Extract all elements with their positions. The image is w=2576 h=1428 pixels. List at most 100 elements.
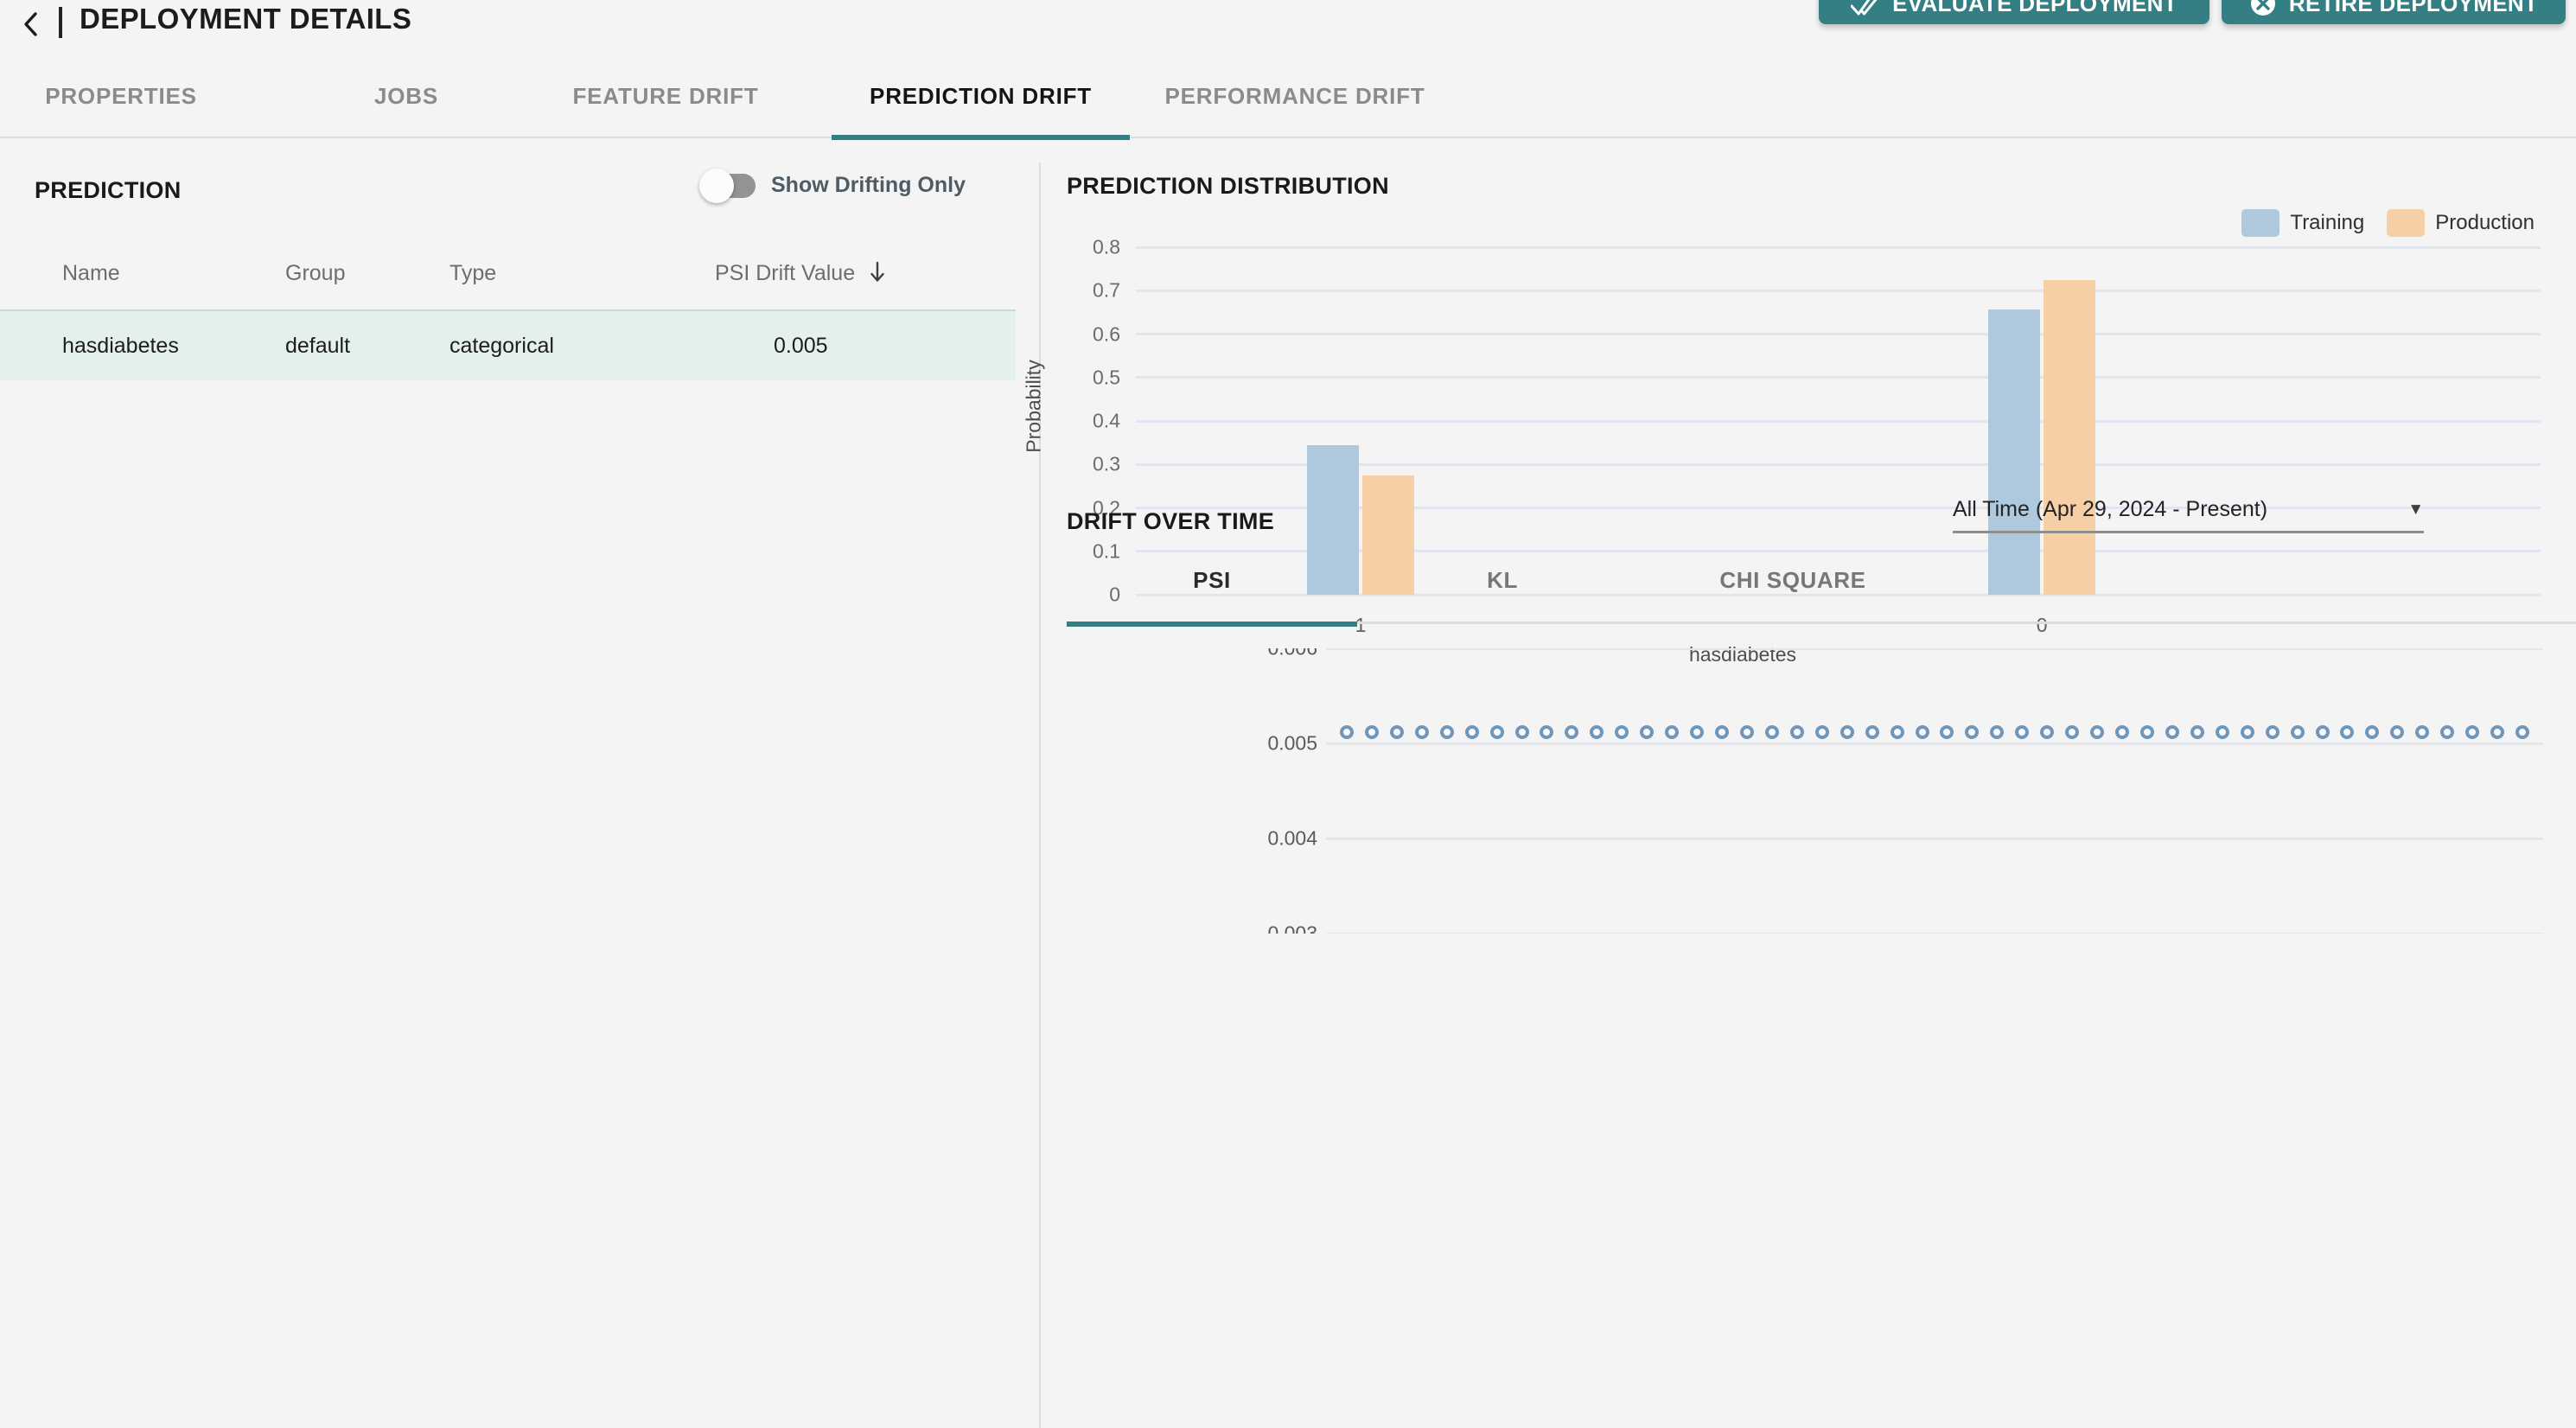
time-series-point[interactable]: [2190, 724, 2204, 739]
table-row[interactable]: hasdiabetes default categorical 0.005: [0, 309, 1016, 380]
time-series-point[interactable]: [1389, 724, 1404, 739]
time-series-point[interactable]: [1840, 724, 1854, 739]
tab-prediction-drift[interactable]: PREDICTION DRIFT: [832, 54, 1130, 140]
bar-chart-gridline: [1136, 289, 2541, 292]
column-header-type[interactable]: Type: [450, 261, 496, 286]
column-header-psi-drift-value[interactable]: PSI Drift Value: [715, 261, 855, 286]
legend-label-production: Production: [2435, 211, 2535, 234]
tab-jobs[interactable]: JOBS: [328, 54, 484, 138]
time-series-point[interactable]: [1540, 724, 1554, 739]
time-series-point[interactable]: [1364, 724, 1379, 739]
cell-type: categorical: [450, 334, 554, 358]
tab-performance-drift[interactable]: PERFORMANCE DRIFT: [1139, 54, 1451, 138]
time-series-point[interactable]: [2515, 724, 2529, 739]
time-series-point[interactable]: [2290, 724, 2305, 739]
app-header: DEPLOYMENT DETAILS EVALUATE DEPLOYMENT R…: [0, 0, 2576, 54]
time-series-point[interactable]: [1965, 724, 1980, 739]
time-series-point[interactable]: [2265, 724, 2280, 739]
bar-chart-y-tick: 0.4: [1093, 409, 1120, 432]
time-series-point[interactable]: [2065, 724, 2080, 739]
evaluate-deployment-button[interactable]: EVALUATE DEPLOYMENT: [1819, 0, 2209, 24]
prediction-heading: PREDICTION: [35, 177, 182, 203]
time-series-point[interactable]: [2165, 724, 2179, 739]
time-series-point[interactable]: [2390, 724, 2405, 739]
time-series-point[interactable]: [1865, 724, 1879, 739]
prediction-panel: PREDICTION Show Drifting Only Name Group…: [0, 138, 1039, 1428]
retire-deployment-button[interactable]: RETIRE DEPLOYMENT: [2222, 0, 2566, 24]
time-series-point[interactable]: [1764, 724, 1779, 739]
time-series-plot-area: 0.006 0.005 0.004 0.003: [1267, 648, 2543, 934]
show-drifting-only-toggle[interactable]: Show Drifting Only: [699, 168, 966, 203]
time-series-point[interactable]: [1915, 724, 1929, 739]
prediction-distribution-heading: PREDICTION DISTRIBUTION: [1067, 173, 1389, 199]
time-series-point[interactable]: [1615, 724, 1629, 739]
toggle-track[interactable]: [699, 168, 756, 203]
chevron-left-icon: [22, 11, 39, 37]
time-series-point[interactable]: [2215, 724, 2229, 739]
time-series-point[interactable]: [2040, 724, 2055, 739]
time-series-point[interactable]: [1890, 724, 1904, 739]
tab-psi[interactable]: PSI: [1067, 562, 1357, 627]
time-range-select[interactable]: All Time (Apr 29, 2024 - Present) ▼: [1953, 497, 2424, 533]
tab-properties[interactable]: PROPERTIES: [17, 54, 225, 138]
time-series-point[interactable]: [2139, 724, 2154, 739]
cell-psi-drift-value: 0.005: [774, 334, 828, 358]
sort-arrow-down-icon[interactable]: [869, 261, 886, 290]
time-series-point[interactable]: [1565, 724, 1579, 739]
time-series-y-tick: 0.003: [1267, 921, 1317, 934]
evaluate-deployment-label: EVALUATE DEPLOYMENT: [1892, 0, 2177, 16]
time-series-point[interactable]: [2315, 724, 2330, 739]
toggle-knob: [699, 168, 734, 203]
time-series-point[interactable]: [1814, 724, 1829, 739]
time-series-point[interactable]: [1789, 724, 1804, 739]
tab-chi-square[interactable]: CHI SQUARE: [1648, 562, 1938, 624]
time-series-point[interactable]: [1464, 724, 1479, 739]
circle-x-icon: [2249, 0, 2277, 17]
time-series-point[interactable]: [1990, 724, 2005, 739]
tab-feature-drift[interactable]: FEATURE DRIFT: [545, 54, 787, 138]
time-series-point[interactable]: [2240, 724, 2254, 739]
time-series-point[interactable]: [2490, 724, 2505, 739]
time-series-point[interactable]: [2365, 724, 2380, 739]
time-series-point[interactable]: [1514, 724, 1529, 739]
bar-training-0[interactable]: [1988, 309, 2041, 595]
time-series-point[interactable]: [1414, 724, 1429, 739]
column-header-group[interactable]: Group: [285, 261, 345, 286]
time-series-point[interactable]: [1665, 724, 1680, 739]
time-series-gridline: [1326, 742, 2543, 745]
double-check-icon: [1851, 0, 1880, 17]
time-series-point[interactable]: [1489, 724, 1504, 739]
time-series-point[interactable]: [2340, 724, 2355, 739]
bar-chart-y-tick: 0.5: [1093, 366, 1120, 389]
time-series-point[interactable]: [1690, 724, 1705, 739]
bar-chart-plot-area: 0 0.1 0.2 0.3 0.4 0.5 0.6 0.7 0.8 1 0: [1093, 236, 2541, 636]
cell-name: hasdiabetes: [62, 334, 179, 358]
title-separator: [59, 7, 62, 38]
time-series-point[interactable]: [2115, 724, 2130, 739]
bar-chart-gridline: [1136, 333, 2541, 335]
bar-chart-y-tick: 0.6: [1093, 322, 1120, 345]
back-button[interactable]: [19, 10, 41, 38]
time-series-point[interactable]: [1590, 724, 1604, 739]
time-series-point[interactable]: [1439, 724, 1454, 739]
time-series-point[interactable]: [2015, 724, 2030, 739]
psi-series: [1326, 648, 2543, 934]
time-series-point[interactable]: [2090, 724, 2105, 739]
time-series-gridline: [1326, 837, 2543, 840]
time-series-point[interactable]: [2415, 724, 2430, 739]
drift-over-time-heading: DRIFT OVER TIME: [1067, 508, 1274, 534]
bar-production-0[interactable]: [2044, 279, 2096, 595]
time-series-gridline: [1326, 932, 2543, 934]
time-series-point[interactable]: [1340, 724, 1354, 739]
column-header-name[interactable]: Name: [62, 261, 120, 286]
time-series-point[interactable]: [1739, 724, 1754, 739]
time-series-point[interactable]: [2465, 724, 2480, 739]
table-header-row: Name Group Type PSI Drift Value: [0, 242, 1016, 309]
main-tab-bar: PROPERTIES JOBS FEATURE DRIFT PREDICTION…: [0, 54, 2576, 140]
bar-chart-gridline: [1136, 419, 2541, 423]
tab-kl[interactable]: KL: [1357, 562, 1648, 624]
time-series-point[interactable]: [2440, 724, 2455, 739]
time-series-point[interactable]: [1940, 724, 1954, 739]
time-series-point[interactable]: [1715, 724, 1730, 739]
time-series-point[interactable]: [1640, 724, 1655, 739]
